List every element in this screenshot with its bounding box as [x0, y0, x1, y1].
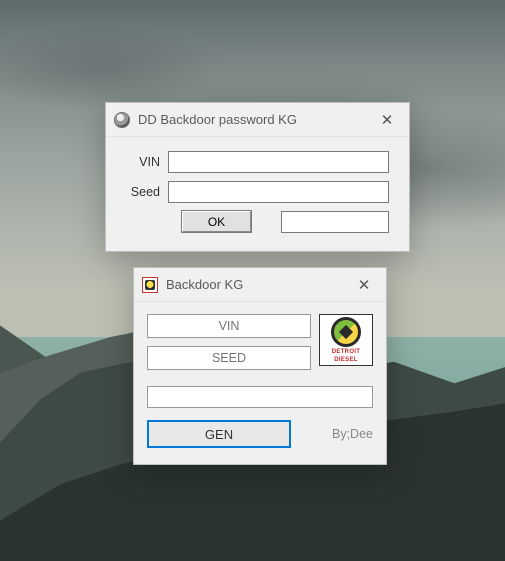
gen-button[interactable]: GEN: [147, 420, 291, 448]
seed-label: Seed: [122, 185, 168, 199]
result-output[interactable]: [281, 211, 389, 233]
seed-input[interactable]: [168, 181, 389, 203]
backdoor-kg-window: Backdoor KG ✕ DETROIT DIESEL GEN By;Dee: [133, 267, 387, 465]
credit-text: By;Dee: [332, 427, 373, 441]
close-button[interactable]: ✕: [346, 272, 382, 298]
titlebar[interactable]: DD Backdoor password KG ✕: [106, 103, 409, 137]
ok-button[interactable]: OK: [182, 211, 251, 232]
vin-input[interactable]: [147, 314, 311, 338]
logo-text-line2: DIESEL: [334, 357, 357, 363]
titlebar[interactable]: Backdoor KG ✕: [134, 268, 386, 302]
logo-ring-icon: [331, 317, 361, 347]
dd-backdoor-window: DD Backdoor password KG ✕ VIN Seed OK: [105, 102, 410, 252]
window-title: Backdoor KG: [166, 277, 243, 292]
app-icon: [114, 112, 130, 128]
window-body: VIN Seed OK: [106, 137, 409, 251]
logo-text-line1: DETROIT: [332, 349, 360, 355]
detroit-diesel-logo: DETROIT DIESEL: [319, 314, 373, 366]
result-output[interactable]: [147, 386, 373, 408]
close-icon: ✕: [381, 111, 394, 129]
seed-input[interactable]: [147, 346, 311, 370]
window-body: DETROIT DIESEL GEN By;Dee: [134, 302, 386, 464]
app-icon: [142, 277, 158, 293]
window-title: DD Backdoor password KG: [138, 112, 297, 127]
vin-input[interactable]: [168, 151, 389, 173]
close-button[interactable]: ✕: [369, 107, 405, 133]
close-icon: ✕: [358, 276, 371, 294]
vin-label: VIN: [122, 155, 168, 169]
